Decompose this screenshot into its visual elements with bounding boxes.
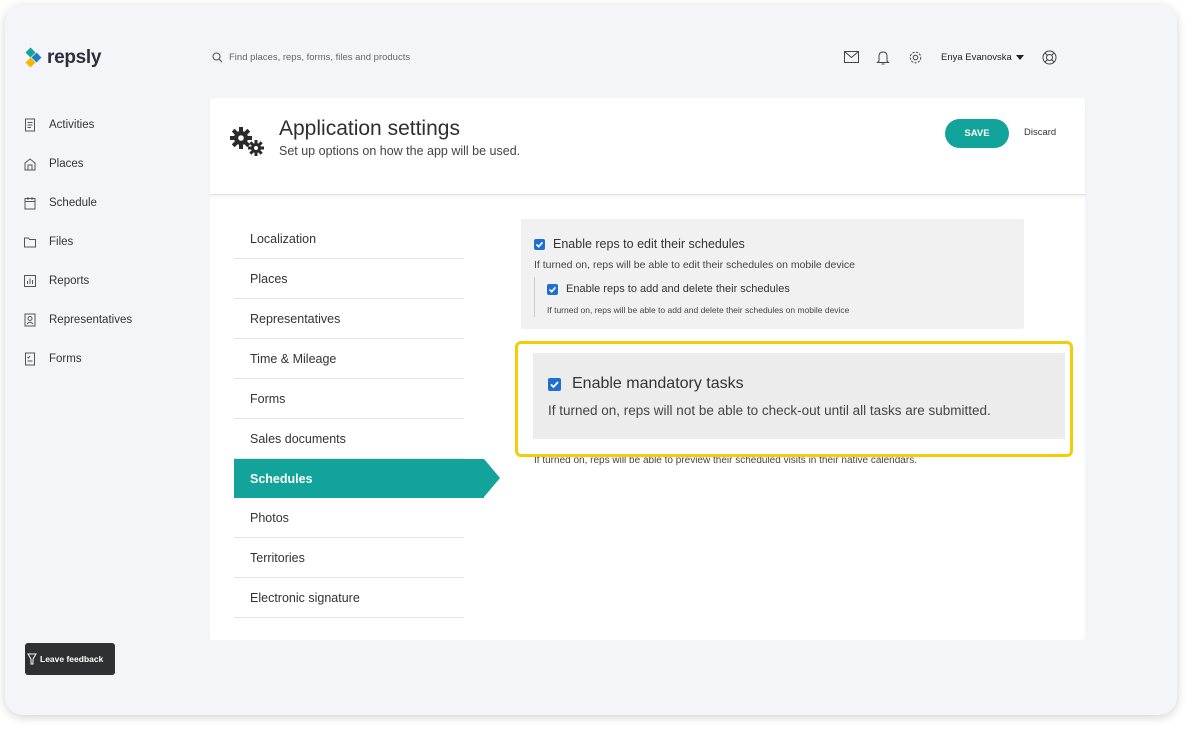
- search-icon: [212, 52, 223, 63]
- settings-nav-forms[interactable]: Forms: [234, 379, 464, 419]
- sidebar-item-label: Reports: [49, 274, 90, 287]
- settings-nav: Localization Places Representatives Time…: [234, 219, 500, 618]
- sidebar-item-places[interactable]: Places: [23, 144, 132, 183]
- leave-feedback-label: Leave feedback: [40, 654, 104, 664]
- gears-icon: [230, 127, 264, 156]
- sidebar-item-files[interactable]: Files: [23, 222, 132, 261]
- settings-nav-schedules[interactable]: Schedules: [234, 459, 500, 498]
- top-toolbar: Enya Evanovska: [843, 49, 1074, 65]
- settings-nav-photos[interactable]: Photos: [234, 498, 464, 538]
- page-subtitle: Set up options on how the app will be us…: [279, 144, 521, 158]
- help-icon[interactable]: [1042, 49, 1058, 65]
- sidebar-item-label: Places: [49, 157, 84, 170]
- sidebar-item-label: Forms: [49, 352, 82, 365]
- megaphone-icon: [27, 653, 37, 665]
- settings-nav-electronic-signature[interactable]: Electronic signature: [234, 578, 464, 618]
- check-icon: [535, 241, 544, 248]
- page-title: Application settings: [279, 117, 460, 140]
- sidebar-item-label: Activities: [49, 118, 95, 131]
- settings-nav-representatives[interactable]: Representatives: [234, 299, 464, 339]
- sidebar-item-forms[interactable]: Forms: [23, 339, 132, 378]
- search-bar[interactable]: Find places, reps, forms, files and prod…: [212, 52, 410, 63]
- sidebar-item-label: Schedule: [49, 196, 97, 209]
- user-name: Enya Evanovska: [941, 51, 1012, 63]
- activities-icon: [25, 118, 35, 131]
- forms-icon: [25, 352, 35, 365]
- check-icon: [550, 380, 559, 388]
- user-menu[interactable]: Enya Evanovska: [941, 52, 1024, 63]
- repsly-logo-mark: [25, 47, 43, 69]
- discard-button[interactable]: Discard: [1024, 127, 1056, 138]
- bell-icon[interactable]: [875, 49, 891, 65]
- settings-nav-places[interactable]: Places: [234, 259, 464, 299]
- add-delete-schedules-label: Enable reps to add and delete their sche…: [566, 283, 790, 295]
- app-window: repsly Activities Places Schedule Files …: [5, 5, 1177, 715]
- save-button[interactable]: SAVE: [945, 119, 1009, 148]
- sidebar-item-label: Files: [49, 235, 74, 248]
- caret-down-icon: [1015, 54, 1024, 60]
- edit-schedules-section: Enable reps to edit their schedules If t…: [521, 219, 1024, 329]
- mail-icon[interactable]: [843, 49, 859, 65]
- search-input[interactable]: Find places, reps, forms, files and prod…: [229, 52, 410, 63]
- page-header: Application settings Set up options on h…: [210, 98, 1085, 195]
- edit-schedules-description: If turned on, reps will be able to edit …: [534, 259, 856, 271]
- check-icon: [548, 286, 557, 293]
- logo-text: repsly: [47, 47, 102, 68]
- nested-option-group: Enable reps to add and delete their sche…: [534, 277, 849, 317]
- add-delete-schedules-checkbox[interactable]: [547, 283, 558, 295]
- gear-icon[interactable]: [907, 49, 923, 65]
- settings-nav-sales-documents[interactable]: Sales documents: [234, 419, 464, 459]
- settings-nav-localization[interactable]: Localization: [234, 219, 464, 259]
- mandatory-tasks-section: Enable mandatory tasks If turned on, rep…: [533, 353, 1065, 439]
- reports-icon: [24, 274, 36, 287]
- settings-nav-territories[interactable]: Territories: [234, 538, 464, 578]
- edit-schedules-label: Enable reps to edit their schedules: [553, 237, 745, 251]
- sidebar-item-representatives[interactable]: Representatives: [23, 300, 132, 339]
- add-delete-schedules-description: If turned on, reps will be able to add a…: [547, 305, 850, 315]
- sidebar-item-activities[interactable]: Activities: [23, 105, 132, 144]
- edit-schedules-checkbox[interactable]: [534, 238, 545, 250]
- places-icon: [24, 157, 36, 170]
- mandatory-tasks-highlight: Enable mandatory tasks If turned on, rep…: [515, 341, 1073, 457]
- schedule-icon: [24, 196, 36, 209]
- sidebar-item-schedule[interactable]: Schedule: [23, 183, 132, 222]
- settings-nav-time-mileage[interactable]: Time & Mileage: [234, 339, 464, 379]
- repsly-logo[interactable]: repsly: [25, 47, 101, 69]
- leave-feedback-button[interactable]: Leave feedback: [25, 643, 115, 675]
- mandatory-tasks-label: Enable mandatory tasks: [572, 375, 744, 392]
- representatives-icon: [24, 313, 36, 326]
- mandatory-tasks-checkbox[interactable]: [548, 377, 561, 391]
- edit-schedules-option: Enable reps to edit their schedules: [534, 237, 745, 251]
- add-delete-schedules-option: Enable reps to add and delete their sche…: [547, 283, 790, 295]
- mandatory-tasks-option: Enable mandatory tasks: [548, 375, 744, 393]
- sidebar-item-reports[interactable]: Reports: [23, 261, 132, 300]
- files-icon: [24, 237, 36, 247]
- sidebar: Activities Places Schedule Files Reports…: [23, 105, 132, 378]
- mandatory-tasks-description: If turned on, reps will not be able to c…: [548, 403, 991, 418]
- sidebar-item-label: Representatives: [49, 313, 133, 326]
